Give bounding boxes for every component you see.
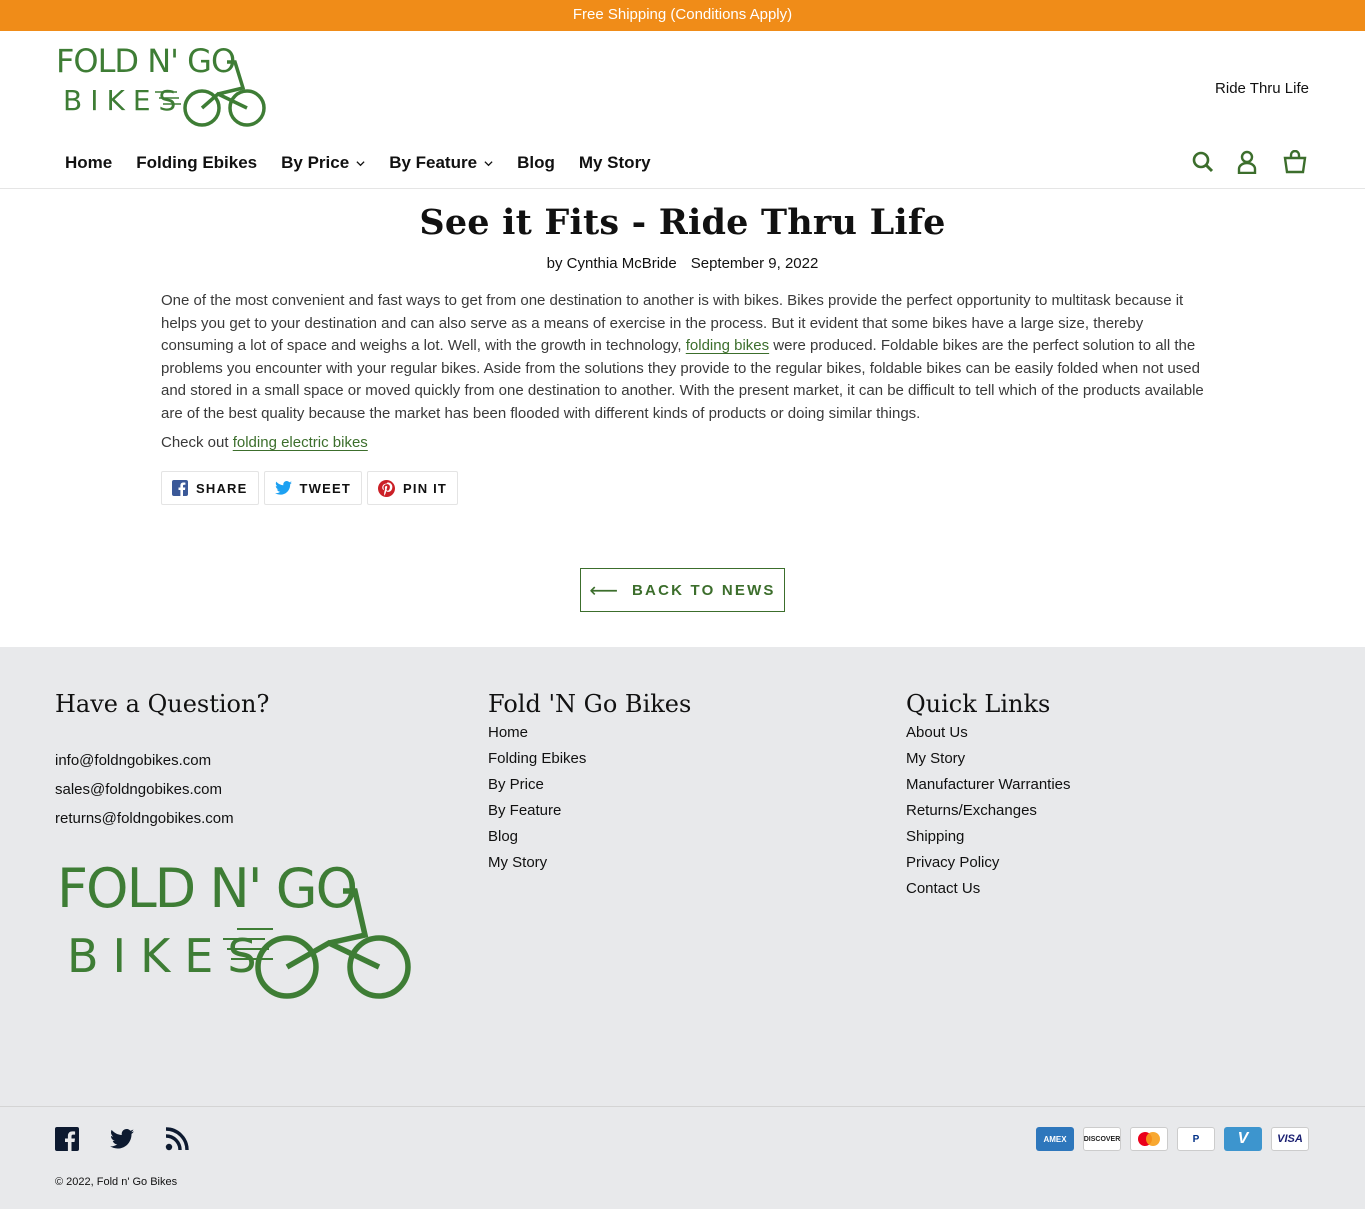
arrow-left-icon: ⟵ [589, 579, 619, 602]
account-button[interactable] [1233, 147, 1261, 177]
payment-icons: AMEX DISCOVER P V VISA [1027, 1127, 1309, 1151]
share-pinterest-label: PIN IT [403, 480, 448, 496]
copyright-link[interactable]: Fold n' Go Bikes [97, 1176, 177, 1188]
nav-item-by-feature[interactable]: By Feature [389, 152, 493, 174]
footer-email[interactable]: returns@foldngobikes.com [55, 804, 269, 833]
footer-link[interactable]: My Story [906, 746, 1071, 772]
share-facebook-button[interactable]: SHARE [161, 471, 259, 505]
discover-icon: DISCOVER [1083, 1127, 1121, 1151]
nav-item-folding-ebikes[interactable]: Folding Ebikes [136, 152, 257, 174]
share-buttons: SHARE TWEET PIN IT [161, 471, 463, 505]
footer-link[interactable]: Contact Us [906, 876, 1071, 902]
announcement-bar[interactable]: Free Shipping (Conditions Apply) [0, 0, 1365, 31]
header-divider [0, 188, 1365, 189]
copyright-text: © 2022, [55, 1176, 97, 1188]
share-twitter-label: TWEET [299, 480, 352, 496]
footer-logo-text-line1: FOLD N' GO [57, 859, 356, 920]
share-facebook-label: SHARE [196, 480, 248, 496]
mastercard-icon [1130, 1127, 1168, 1151]
nav-item-blog[interactable]: Blog [517, 152, 555, 174]
footer-link[interactable]: Manufacturer Warranties [906, 772, 1071, 798]
mastercard-circles [1138, 1132, 1160, 1146]
search-icon [1192, 151, 1214, 173]
footer-link[interactable]: Shipping [906, 824, 1071, 850]
nav-item-by-price[interactable]: By Price [281, 152, 365, 174]
footer-link[interactable]: My Story [488, 850, 691, 876]
footer-menu-column: Fold 'N Go Bikes Home Folding Ebikes By … [488, 690, 691, 876]
header-icons [1173, 147, 1309, 177]
nav-item-label: By Price [281, 153, 350, 172]
nav-item-label: Folding Ebikes [136, 153, 258, 172]
back-to-news-button[interactable]: ⟵ BACK TO NEWS [580, 568, 785, 612]
article-body: One of the most convenient and fast ways… [161, 290, 1206, 426]
site-logo[interactable]: FOLD N' GO BIKES [55, 42, 270, 128]
amex-icon: AMEX [1036, 1127, 1074, 1151]
nav-item-my-story[interactable]: My Story [579, 152, 651, 174]
twitter-link[interactable] [110, 1129, 134, 1149]
footer-link[interactable]: About Us [906, 720, 1071, 746]
pinterest-icon [378, 479, 396, 497]
twitter-icon [110, 1129, 134, 1149]
visa-icon: VISA [1271, 1127, 1309, 1151]
footer-quick-links-column: Quick Links About Us My Story Manufactur… [906, 690, 1071, 902]
share-twitter-button[interactable]: TWEET [263, 471, 363, 505]
cart-button[interactable] [1281, 147, 1309, 177]
check-out-line: Check out folding electric bikes [161, 434, 368, 451]
footer-logo-text-line2: BIKES [67, 929, 271, 983]
main-nav: Home Folding Ebikes By Price By Feature … [65, 152, 675, 174]
folding-bikes-link[interactable]: folding bikes [686, 337, 769, 354]
facebook-icon [172, 480, 188, 496]
footer-link[interactable]: Blog [488, 824, 691, 850]
footer-link[interactable]: Returns/Exchanges [906, 798, 1071, 824]
footer-heading: Have a Question? [55, 690, 270, 718]
nav-item-home[interactable]: Home [65, 152, 112, 174]
footer-email[interactable]: sales@foldngobikes.com [55, 775, 269, 804]
twitter-icon [274, 481, 292, 495]
facebook-link[interactable] [55, 1127, 79, 1151]
nav-item-label: Home [65, 153, 113, 172]
paypal-icon: P [1177, 1127, 1215, 1151]
facebook-icon [55, 1127, 79, 1151]
copyright: © 2022, Fold n' Go Bikes [55, 1176, 177, 1188]
footer-heading: Fold 'N Go Bikes [488, 690, 692, 718]
share-pinterest-button[interactable]: PIN IT [367, 471, 459, 505]
site-footer: Have a Question? info@foldngobikes.com s… [0, 647, 1365, 1209]
rss-icon [165, 1127, 189, 1151]
footer-heading: Quick Links [906, 690, 1051, 718]
footer-quick-links-list: About Us My Story Manufacturer Warrantie… [906, 720, 1071, 902]
folding-electric-bikes-link[interactable]: folding electric bikes [233, 434, 368, 451]
footer-menu-list: Home Folding Ebikes By Price By Feature … [488, 720, 691, 876]
article-title: See it Fits - Ride Thru Life [419, 202, 946, 243]
footer-link[interactable]: By Feature [488, 798, 691, 824]
logo-text-line1: FOLD N' GO [56, 42, 235, 80]
search-button[interactable] [1189, 147, 1217, 177]
nav-item-label: My Story [578, 153, 651, 172]
nav-item-label: Blog [517, 153, 555, 172]
venmo-icon: V [1224, 1127, 1262, 1151]
article-author: by Cynthia McBride [546, 255, 677, 272]
footer-link[interactable]: Home [488, 720, 691, 746]
cart-icon [1283, 150, 1307, 174]
account-icon [1237, 150, 1257, 174]
footer-link[interactable]: Privacy Policy [906, 850, 1071, 876]
social-links [55, 1127, 220, 1151]
chevron-down-icon [356, 160, 365, 166]
rss-link[interactable] [165, 1127, 189, 1151]
footer-link[interactable]: By Price [488, 772, 691, 798]
article-date: September 9, 2022 [690, 255, 819, 272]
check-out-text: Check out [161, 434, 233, 451]
back-to-news-label: BACK TO NEWS [632, 581, 776, 599]
article-meta: by Cynthia McBride September 9, 2022 [0, 255, 1365, 272]
footer-divider [0, 1106, 1365, 1107]
footer-link[interactable]: Folding Ebikes [488, 746, 691, 772]
nav-item-label: By Feature [389, 153, 478, 172]
logo-text-line2: BIKES [63, 84, 184, 117]
header-tagline: Ride Thru Life [1215, 80, 1309, 97]
chevron-down-icon [484, 160, 493, 166]
footer-email[interactable]: info@foldngobikes.com [55, 746, 269, 775]
footer-email-list: info@foldngobikes.com sales@foldngobikes… [55, 746, 269, 833]
footer-logo[interactable]: FOLD N' GO BIKES [55, 859, 417, 1001]
footer-contact-column: Have a Question? info@foldngobikes.com s… [55, 690, 269, 833]
